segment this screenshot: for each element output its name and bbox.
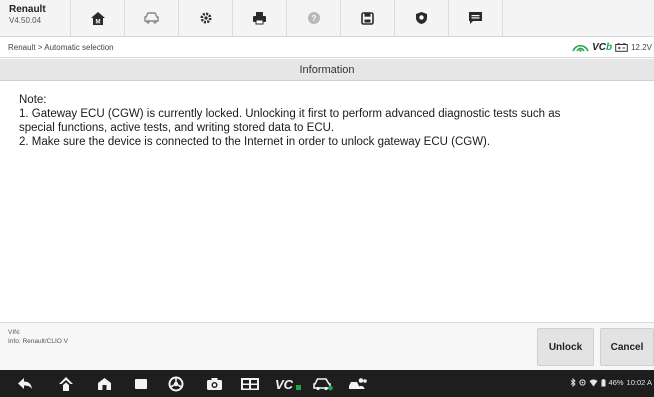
svg-text:?: ? <box>311 14 316 23</box>
camera-icon <box>206 377 222 390</box>
help-button[interactable]: ? <box>286 0 340 36</box>
remote-diagnostics-button[interactable] <box>312 374 334 393</box>
vci-status: VCb 12.2V <box>572 42 654 53</box>
vehicle-swap-icon <box>143 12 159 24</box>
home-chevron-icon <box>59 376 73 391</box>
vehicle-swap-button[interactable] <box>124 0 178 36</box>
info-label: Info: Renault/CLIO V <box>8 338 68 345</box>
app-brand: Renault V4.50.04 <box>0 0 70 36</box>
page-title-bar: Information <box>0 59 654 81</box>
app-version: V4.50.04 <box>9 16 42 25</box>
support-button[interactable] <box>347 374 369 393</box>
vin-label: VIN: <box>8 329 21 336</box>
home-nav-button[interactable] <box>55 374 77 393</box>
battery-percent: 46% <box>608 378 624 387</box>
browser-button[interactable] <box>165 374 187 393</box>
note-line-3: 2. Make sure the device is connected to … <box>19 136 491 148</box>
camera-button[interactable] <box>203 374 225 393</box>
app-name: Renault <box>9 4 46 15</box>
back-arrow-icon <box>18 378 32 389</box>
wifi-icon <box>589 379 598 386</box>
note-line-2: special functions, active tests, and wri… <box>19 122 335 134</box>
footer-bar: VIN: Info: Renault/CLIO V Unlock Cancel <box>0 322 654 370</box>
browser-icon <box>168 376 184 391</box>
house-icon <box>97 377 111 390</box>
note-text: Note: 1. Gateway ECU (CGW) is currently … <box>19 93 644 149</box>
chat-button[interactable] <box>448 0 502 36</box>
vci-manager-button[interactable]: VC <box>273 374 303 393</box>
toolbar-filler <box>502 0 654 36</box>
note-heading: Note: <box>19 94 47 106</box>
people-car-icon <box>349 377 367 389</box>
settings-icon <box>200 12 211 24</box>
shop-button[interactable] <box>93 374 115 393</box>
print-icon <box>253 12 266 25</box>
battery-voltage: 12.2V <box>631 42 652 52</box>
battery-icon <box>615 42 628 52</box>
system-battery-icon <box>601 378 606 386</box>
breadcrumb-bar: Renault > Automatic selection VCb 12.2V <box>0 37 654 58</box>
vci-label: VCb <box>592 42 612 53</box>
settings-button[interactable] <box>178 0 232 36</box>
print-button[interactable] <box>232 0 286 36</box>
data-logging-icon <box>416 12 427 24</box>
vehicle-info: VIN: Info: Renault/CLIO V <box>8 328 68 346</box>
recent-apps-button[interactable] <box>130 374 152 393</box>
screen-capture-icon <box>241 377 259 390</box>
note-line-1: 1. Gateway ECU (CGW) is currently locked… <box>19 108 561 120</box>
system-time: 10:02 A <box>626 378 652 387</box>
save-icon <box>361 11 374 25</box>
svg-text:M: M <box>95 19 100 25</box>
svg-text:VC: VC <box>275 377 294 391</box>
top-toolbar: Renault V4.50.04 M ? <box>0 0 654 37</box>
home-icon: M <box>90 11 105 25</box>
chat-icon <box>469 12 482 24</box>
breadcrumb: Renault > Automatic selection <box>8 42 114 52</box>
back-button[interactable] <box>14 374 36 393</box>
location-icon <box>578 379 586 386</box>
unlock-button[interactable]: Unlock <box>537 328 594 366</box>
bluetooth-icon <box>570 378 576 387</box>
vci-connection-icon <box>572 44 589 52</box>
system-status: 46% 10:02 A <box>570 378 652 387</box>
screen-capture-button[interactable] <box>239 374 261 393</box>
data-logging-button[interactable] <box>394 0 448 36</box>
vci-manager-icon: VC <box>275 377 301 391</box>
recent-apps-icon <box>135 378 147 389</box>
save-button[interactable] <box>340 0 394 36</box>
car-icon <box>313 377 333 390</box>
page-title: Information <box>299 63 355 76</box>
home-button[interactable]: M <box>70 0 124 36</box>
vci-label-suffix: b <box>605 41 613 53</box>
system-nav-bar: VC 46% 10:02 A <box>0 370 654 397</box>
cancel-button[interactable]: Cancel <box>600 328 654 366</box>
vci-label-text: VC <box>592 41 606 53</box>
help-icon: ? <box>307 12 320 24</box>
